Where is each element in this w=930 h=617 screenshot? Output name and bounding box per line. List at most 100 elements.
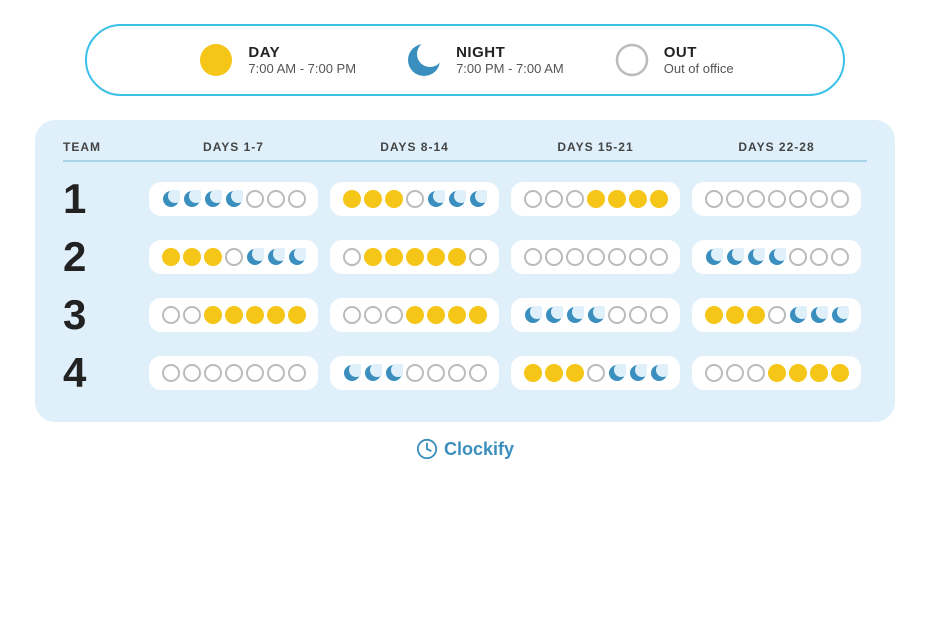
team-number: 1 <box>63 178 143 220</box>
day-symbol <box>726 306 744 324</box>
out-symbol <box>385 306 403 324</box>
day-cell <box>511 182 680 216</box>
out-symbol <box>587 248 605 266</box>
table-row: 3 <box>63 286 867 344</box>
out-symbol <box>225 364 243 382</box>
out-symbol <box>831 190 849 208</box>
day-symbol <box>566 364 584 382</box>
legend-day-sub: 7:00 AM - 7:00 PM <box>248 61 356 76</box>
day-symbol <box>183 248 201 266</box>
out-symbol <box>427 364 445 382</box>
out-symbol <box>747 364 765 382</box>
out-symbol <box>566 190 584 208</box>
day-symbol <box>768 364 786 382</box>
day-symbol <box>385 190 403 208</box>
day-cell <box>692 298 861 332</box>
night-symbol <box>650 364 668 382</box>
out-symbol <box>246 190 264 208</box>
out-symbol <box>789 190 807 208</box>
out-symbol <box>364 306 382 324</box>
day-symbol <box>831 364 849 382</box>
night-symbol <box>629 364 647 382</box>
out-symbol <box>288 364 306 382</box>
out-symbol <box>608 306 626 324</box>
night-symbol <box>427 190 445 208</box>
out-symbol <box>183 306 201 324</box>
night-symbol <box>566 306 584 324</box>
team-number: 2 <box>63 236 143 278</box>
out-symbol <box>545 190 563 208</box>
night-symbol <box>747 248 765 266</box>
day-symbol <box>406 306 424 324</box>
day-symbol <box>789 364 807 382</box>
night-symbol <box>225 190 243 208</box>
out-symbol <box>288 190 306 208</box>
out-symbol <box>204 364 222 382</box>
night-symbol <box>810 306 828 324</box>
out-symbol <box>524 190 542 208</box>
day-symbol <box>427 248 445 266</box>
night-symbol <box>789 306 807 324</box>
day-cell <box>149 298 318 332</box>
day-cell <box>511 240 680 274</box>
brand-name: Clockify <box>444 439 514 460</box>
legend: DAY 7:00 AM - 7:00 PM NIGHT 7:00 PM - 7:… <box>85 24 845 96</box>
legend-night-title: NIGHT <box>456 44 564 61</box>
table-row: 1 <box>63 170 867 228</box>
night-symbol <box>162 190 180 208</box>
out-symbol <box>810 248 828 266</box>
header-days1: DAYS 1-7 <box>143 140 324 154</box>
day-symbol <box>469 306 487 324</box>
day-symbol <box>650 190 668 208</box>
out-symbol <box>726 190 744 208</box>
night-symbol <box>768 248 786 266</box>
day-symbol <box>288 306 306 324</box>
moon-icon <box>404 40 444 80</box>
out-symbol <box>406 364 424 382</box>
out-symbol <box>608 248 626 266</box>
out-symbol <box>343 306 361 324</box>
team-number: 4 <box>63 352 143 394</box>
out-symbol <box>545 248 563 266</box>
out-symbol <box>810 190 828 208</box>
day-cell <box>330 356 499 390</box>
out-symbol <box>448 364 466 382</box>
day-cell <box>330 298 499 332</box>
night-symbol <box>267 248 285 266</box>
day-symbol <box>810 364 828 382</box>
schedule-card: TEAM DAYS 1-7 DAYS 8-14 DAYS 15-21 DAYS … <box>35 120 895 422</box>
day-symbol <box>364 190 382 208</box>
out-circle-icon <box>612 40 652 80</box>
day-symbol <box>162 248 180 266</box>
day-cell <box>149 356 318 390</box>
day-cell <box>511 356 680 390</box>
night-symbol <box>726 248 744 266</box>
day-cell <box>149 240 318 274</box>
out-symbol <box>267 190 285 208</box>
out-symbol <box>629 248 647 266</box>
night-symbol <box>343 364 361 382</box>
day-symbol <box>587 190 605 208</box>
out-symbol <box>566 248 584 266</box>
out-symbol <box>183 364 201 382</box>
header-team: TEAM <box>63 140 143 154</box>
night-symbol <box>469 190 487 208</box>
table-row: 4 <box>63 344 867 402</box>
day-symbol <box>524 364 542 382</box>
day-cell <box>511 298 680 332</box>
legend-out-title: OUT <box>664 44 734 61</box>
out-symbol <box>225 248 243 266</box>
out-symbol <box>705 190 723 208</box>
out-symbol <box>768 306 786 324</box>
day-symbol <box>343 190 361 208</box>
out-symbol <box>747 190 765 208</box>
footer: Clockify <box>416 438 514 460</box>
table-row: 2 <box>63 228 867 286</box>
header-days4: DAYS 22-28 <box>686 140 867 154</box>
out-symbol <box>267 364 285 382</box>
day-symbol <box>406 248 424 266</box>
clockify-logo-icon <box>416 438 438 460</box>
day-cell <box>692 182 861 216</box>
night-symbol <box>288 248 306 266</box>
out-symbol <box>469 248 487 266</box>
